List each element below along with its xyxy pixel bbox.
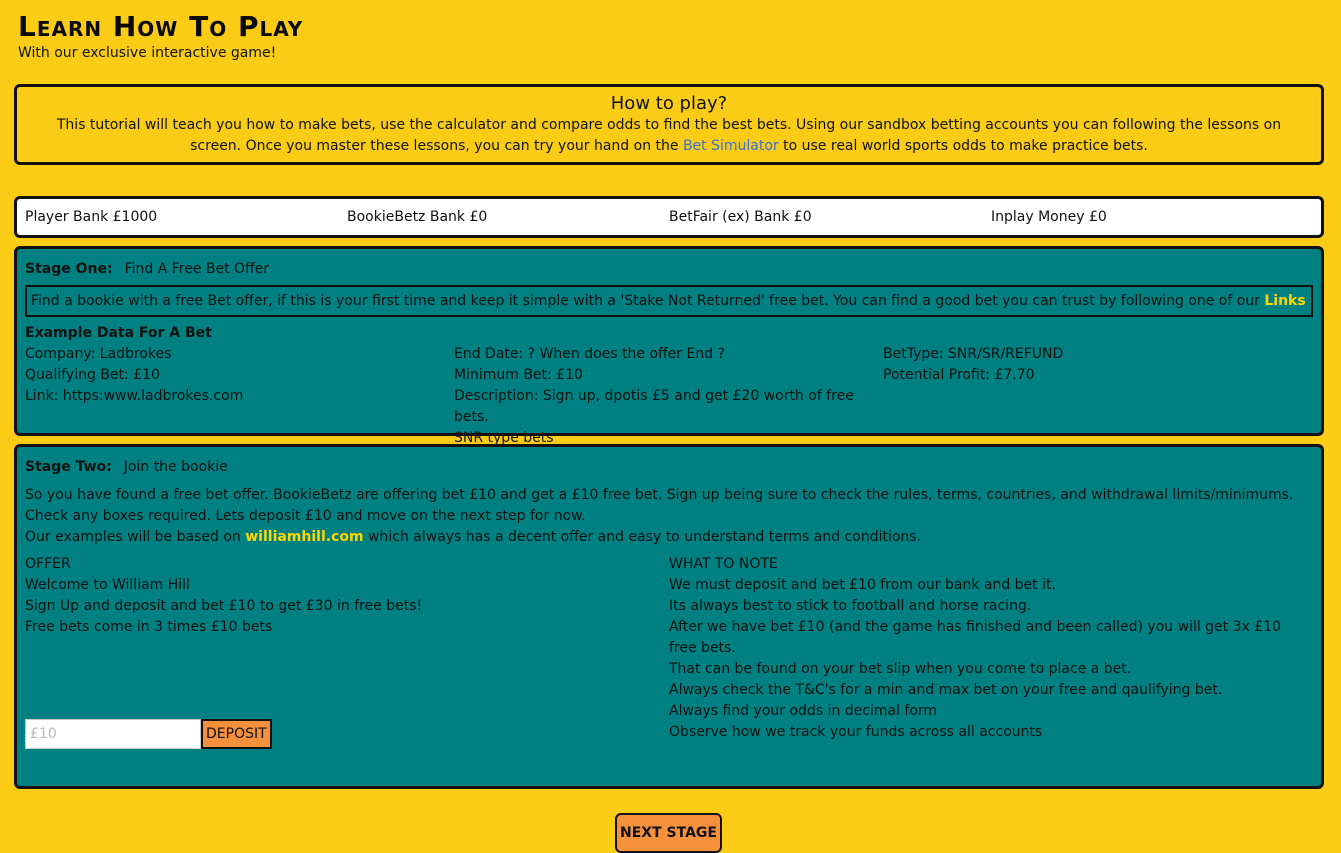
example-description: Description: Sign up, dpotis £5 and get … <box>454 388 854 425</box>
stage-two-paragraph-2: Our examples will be based on williamhil… <box>25 527 1313 548</box>
offer-line: Sign Up and deposit and bet £10 to get £… <box>25 598 423 614</box>
offer-line: Free bets come in 3 times £10 bets <box>25 619 273 635</box>
offer-line: Welcome to William Hill <box>25 577 190 593</box>
inplay-money: Inplay Money £0 <box>991 209 1107 225</box>
page-subtitle: With our exclusive interactive game! <box>18 45 277 61</box>
stage-one-title: Find A Free Bet Offer <box>124 261 270 277</box>
deposit-amount-input[interactable] <box>25 719 201 749</box>
bookiebetz-bank: BookieBetz Bank £0 <box>347 209 488 225</box>
stage-one-instruction: Find a bookie with a free Bet offer, if … <box>25 285 1313 317</box>
next-stage-button[interactable]: NEXT STAGE <box>615 813 722 853</box>
example-qualifying-bet: Qualifying Bet: £10 <box>25 367 160 383</box>
williamhill-link[interactable]: williamhill.com <box>245 529 363 545</box>
note-line: Always find your odds in decimal form <box>669 703 938 719</box>
note-line: After we have bet £10 (and the game has … <box>669 619 1281 656</box>
bet-simulator-link[interactable]: Bet Simulator <box>683 138 779 154</box>
note-line: Observe how we track your funds across a… <box>669 724 1043 740</box>
example-data-grid: Company: Ladbrokes Qualifying Bet: £10 L… <box>25 344 1313 449</box>
example-end-date: End Date: ? When does the offer End ? <box>454 346 725 362</box>
example-col-2: End Date: ? When does the offer End ? Mi… <box>454 344 883 449</box>
page-title: Learn How To Play <box>18 10 304 43</box>
offer-column: OFFER Welcome to William Hill Sign Up an… <box>25 554 669 743</box>
offer-heading: OFFER <box>25 556 71 572</box>
stage-two-description: So you have found a free bet offer. Book… <box>25 485 1313 548</box>
stage-two-paragraph-2-start: Our examples will be based on <box>25 529 246 545</box>
how-to-play-panel: How to play? This tutorial will teach yo… <box>14 84 1324 165</box>
how-to-play-text-end: to use real world sports odds to make pr… <box>778 138 1148 154</box>
player-bank: Player Bank £1000 <box>25 209 158 225</box>
betfair-bank: BetFair (ex) Bank £0 <box>669 209 812 225</box>
stage-one-panel: Stage One: Find A Free Bet Offer Find a b… <box>14 246 1324 446</box>
stage-two-title: Join the bookie <box>123 459 228 475</box>
notes-heading: WHAT TO NOTE <box>669 556 778 572</box>
example-data-title: Example Data For A Bet <box>25 325 212 341</box>
example-potential-profit: Potential Profit: £7.70 <box>883 367 1035 383</box>
how-to-play-heading: How to play? <box>610 93 728 114</box>
offer-grid: OFFER Welcome to William Hill Sign Up an… <box>25 554 1313 743</box>
example-company: Company: Ladbrokes <box>25 346 172 362</box>
note-line: Its always best to stick to football and… <box>669 598 1032 614</box>
stage-one-instruction-text: Find a bookie with a free Bet offer, if … <box>31 293 1265 309</box>
example-link: Link: https:www.ladbrokes.com <box>25 388 244 404</box>
deposit-button[interactable]: DEPOSIT <box>201 719 272 749</box>
stage-two-label: Stage Two: <box>25 459 112 475</box>
stage-one-header: Stage One: Find A Free Bet Offer <box>25 259 1313 279</box>
example-minimum-bet: Minimum Bet: £10 <box>454 367 583 383</box>
stage-two-panel: Stage Two: Join the bookie So you have fo… <box>14 444 1324 789</box>
deposit-row: DEPOSIT <box>25 719 272 749</box>
links-link[interactable]: Links <box>1264 293 1305 309</box>
example-col-1: Company: Ladbrokes Qualifying Bet: £10 L… <box>25 344 454 449</box>
notes-column: WHAT TO NOTE We must deposit and bet £10… <box>669 554 1313 743</box>
bank-balances-bar: Player Bank £1000 BookieBetz Bank £0 Bet… <box>14 196 1324 238</box>
stage-two-paragraph-1: So you have found a free bet offer. Book… <box>25 487 1294 524</box>
stage-one-label: Stage One: <box>25 261 113 277</box>
stage-two-header: Stage Two: Join the bookie <box>25 457 1313 477</box>
example-col-3: BetType: SNR/SR/REFUND Potential Profit:… <box>883 344 1312 449</box>
example-bet-type: BetType: SNR/SR/REFUND <box>883 346 1064 362</box>
note-line: Always check the T&C's for a min and max… <box>669 682 1223 698</box>
stage-two-paragraph-2-end: which always has a decent offer and easy… <box>363 529 922 545</box>
how-to-play-text: This tutorial will teach you how to make… <box>37 115 1301 157</box>
note-line: We must deposit and bet £10 from our ban… <box>669 577 1056 593</box>
note-line: That can be found on your bet slip when … <box>669 661 1132 677</box>
